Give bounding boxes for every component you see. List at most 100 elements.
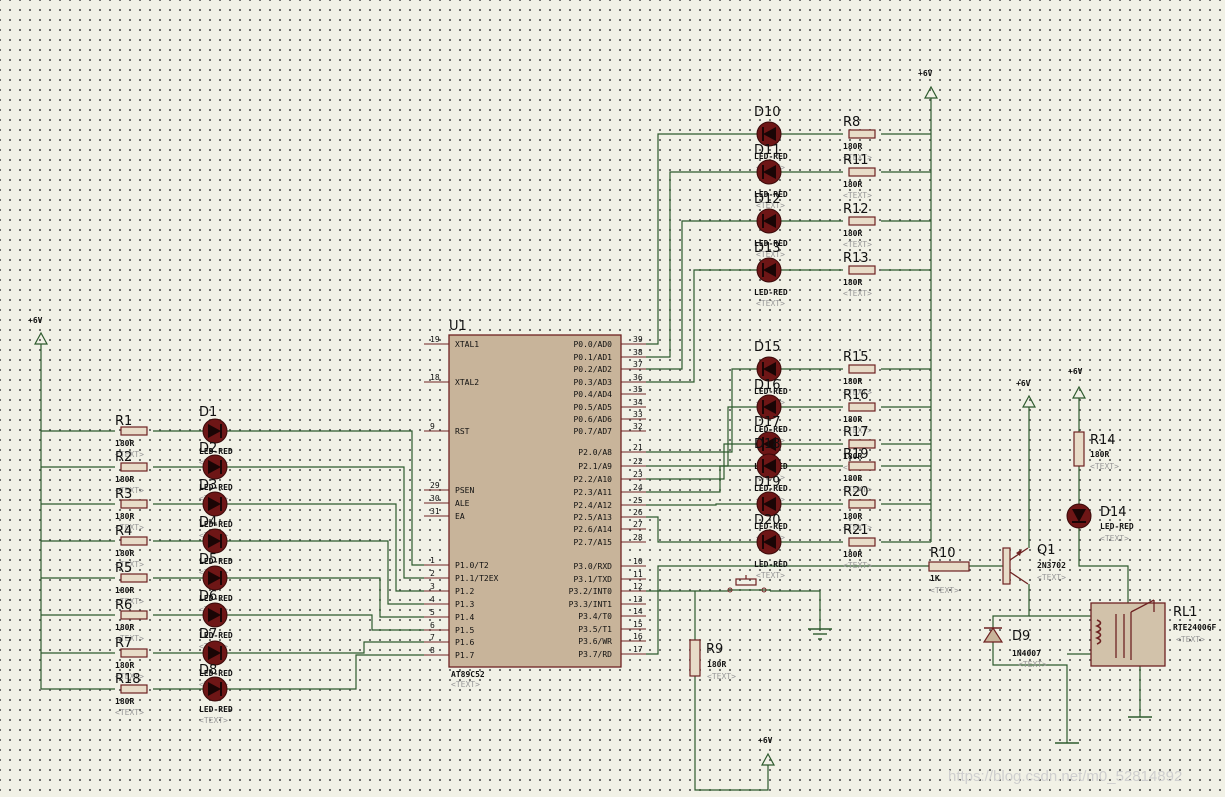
resistor-text: <TEXT> — [843, 240, 872, 249]
resistor-top[interactable]: R13 180R <TEXT> — [843, 251, 876, 298]
mcu-pin-number: 18 — [430, 373, 440, 382]
transistor-q1[interactable]: Q1 2N3702 <TEXT> — [1002, 543, 1066, 585]
mcu-part: AT89C52 — [451, 670, 485, 679]
mcu-pin-number: 33 — [633, 410, 643, 419]
mcu-pin-name: P2.0/A8 — [578, 448, 612, 457]
mcu-pin-name: RST — [455, 427, 470, 436]
mcu-pin-name: P0.7/AD7 — [573, 427, 612, 436]
resistor-value: 180R — [843, 474, 862, 483]
resistor-value: 180R — [115, 475, 134, 484]
led-d14[interactable]: D14 LED-RED <TEXT> — [1066, 503, 1134, 543]
d9-text: <TEXT> — [1018, 660, 1047, 669]
mcu-pin-name: EA — [455, 512, 465, 521]
relay-rl1[interactable]: RL1 RTE24006F <TEXT> — [1090, 599, 1217, 667]
led-value: LED-RED — [754, 288, 788, 297]
mcu-pin-name: P0.6/AD6 — [573, 415, 612, 424]
mcu-pin-name: P1.2 — [455, 587, 474, 596]
led-ref: D19 — [754, 475, 781, 490]
led-ref: D11 — [754, 143, 781, 158]
d9-value: 1N4007 — [1012, 649, 1041, 658]
resistor-top[interactable]: R12 180R <TEXT> — [843, 202, 876, 249]
led-text: <TEXT> — [756, 299, 785, 308]
resistor-value: 180R — [115, 439, 134, 448]
mcu-pin-number: 5 — [430, 608, 435, 617]
resistor-value: 180R — [843, 550, 862, 559]
mcu-pin-name: P2.3/A11 — [573, 488, 612, 497]
d9-ref: D9 — [1012, 629, 1030, 644]
led-ref: D8 — [199, 663, 217, 678]
led-ref: D6 — [199, 589, 217, 604]
mcu-pin-name: P3.6/WR — [578, 637, 612, 646]
led-ref: D15 — [754, 340, 781, 355]
mcu-pin-name: P2.6/A14 — [573, 525, 612, 534]
led-value: LED-RED — [754, 560, 788, 569]
resistor-ref: R11 — [843, 153, 869, 168]
resistor-value: 180R — [115, 512, 134, 521]
led-ref: D20 — [754, 513, 781, 528]
mcu-pin-name: P0.2/AD2 — [573, 365, 612, 374]
resistor-r10[interactable]: R10 1K <TEXT> — [928, 546, 970, 595]
mcu-pin-name: P0.1/AD1 — [573, 353, 612, 362]
resistor-ref: R6 — [115, 598, 132, 613]
mcu-pin-name: P3.1/TXD — [573, 575, 612, 584]
led-ref: D12 — [754, 192, 781, 207]
mcu-pin-name: P0.0/AD0 — [573, 340, 612, 349]
resistor-value: 180R — [843, 180, 862, 189]
resistor-r9[interactable]: R9 180R <TEXT> — [689, 639, 736, 681]
resistor-text: <TEXT> — [843, 191, 872, 200]
r14-value: 180R — [1090, 450, 1109, 459]
mcu-pin-number: 29 — [430, 481, 440, 490]
resistor-text: <TEXT> — [843, 561, 872, 570]
mcu-pin-name: P3.5/T1 — [578, 625, 612, 634]
mcu-pin-number: 9 — [430, 422, 435, 431]
r9-value: 180R — [707, 660, 726, 669]
led-ref: D4 — [199, 515, 217, 530]
mcu-pin-number: 23 — [633, 470, 643, 479]
mcu-pin-number: 39 — [633, 335, 643, 344]
resistor-ref: R21 — [843, 523, 869, 538]
resistor-ref: R7 — [115, 636, 132, 651]
resistor-text: <TEXT> — [115, 708, 144, 717]
mcu-pin-name: P3.3/INT1 — [569, 600, 613, 609]
mcu-pin-name: P3.7/RD — [578, 650, 612, 659]
mcu-pin-number: 10 — [633, 557, 643, 566]
r10-ref: R10 — [930, 546, 956, 561]
mcu-pin-number: 27 — [633, 520, 643, 529]
resistor-value: 180R — [115, 623, 134, 632]
d14-ref: D14 — [1100, 505, 1127, 520]
r14-ref: R14 — [1090, 433, 1116, 448]
led-ref: D10 — [754, 105, 781, 120]
r9-text: <TEXT> — [707, 672, 736, 681]
resistor-value: 180R — [115, 697, 134, 706]
power-label-left: +6V — [28, 316, 43, 325]
resistor-ref: R2 — [115, 450, 132, 465]
resistor-ref: R8 — [843, 115, 860, 130]
mcu-pin-number: 1 — [430, 556, 435, 565]
mcu-pin-name: P1.5 — [455, 626, 474, 635]
mcu-pin-name: XTAL1 — [455, 340, 479, 349]
mcu-u1[interactable]: U1 AT89C52 <TEXT> 19XTAL118XTAL29RST29PS… — [424, 319, 646, 689]
resistor-value: 180R — [843, 415, 862, 424]
schematic-canvas[interactable]: R1180R<TEXT>D1LED-RED<TEXT>R2180R<TEXT>D… — [0, 0, 1225, 797]
mcu-pin-number: 28 — [633, 533, 643, 542]
resistor-ref: R20 — [843, 485, 869, 500]
mcu-pin-number: 17 — [633, 645, 643, 654]
watermark: https://blog.csdn.net/m0_52814892 — [948, 768, 1183, 785]
resistor-ref: R4 — [115, 524, 132, 539]
resistor-r14[interactable]: R14 180R <TEXT> — [1073, 431, 1119, 471]
d14-value: LED-RED — [1100, 522, 1134, 531]
led-value: LED-RED — [199, 705, 233, 714]
power-label-bottom: +6V — [758, 736, 773, 745]
q1-text: <TEXT> — [1037, 573, 1066, 582]
r9-ref: R9 — [706, 642, 723, 657]
resistor-value: 180R — [115, 586, 134, 595]
mcu-pin-name: P1.7 — [455, 651, 474, 660]
mcu-pin-name: P1.4 — [455, 613, 474, 622]
resistor-ref: R5 — [115, 561, 132, 576]
resistor-ref: R3 — [115, 487, 132, 502]
rl1-ref: RL1 — [1173, 605, 1198, 620]
mcu-pin-name: XTAL2 — [455, 378, 479, 387]
mcu-ref: U1 — [449, 319, 467, 334]
resistor-ref: R19 — [843, 447, 869, 462]
mcu-pin-number: 12 — [633, 582, 643, 591]
